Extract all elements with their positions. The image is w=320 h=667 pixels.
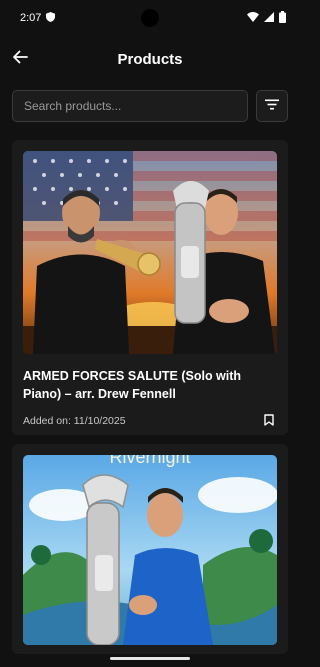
shield-icon	[46, 11, 56, 25]
camera-cutout	[141, 9, 159, 27]
bookmark-button[interactable]	[261, 413, 277, 429]
bookmark-icon	[264, 413, 274, 429]
wifi-icon	[247, 11, 259, 25]
product-card[interactable]: ARMED FORCES SALUTE (Solo with Piano) – …	[12, 140, 288, 435]
product-meta: Added on: 11/10/2025	[23, 413, 277, 429]
gesture-bar[interactable]	[110, 657, 190, 660]
search-input[interactable]	[12, 90, 248, 122]
product-title[interactable]: ARMED FORCES SALUTE (Solo with Piano) – …	[23, 367, 277, 403]
battery-icon	[279, 10, 286, 26]
product-image[interactable]	[23, 151, 277, 354]
added-date: Added on: 11/10/2025	[23, 415, 126, 427]
product-image[interactable]: Rivernight	[23, 455, 277, 645]
filter-icon	[265, 97, 279, 115]
signal-icon	[264, 11, 274, 25]
status-right	[247, 10, 286, 26]
status-left: 2:07	[20, 11, 56, 25]
app-bar: Products	[0, 40, 300, 78]
image-title-text: Rivernight	[109, 455, 190, 467]
back-button[interactable]	[10, 49, 30, 69]
product-card[interactable]: Rivernight	[12, 444, 288, 654]
search-row	[12, 90, 288, 122]
page-title: Products	[117, 50, 183, 68]
status-time: 2:07	[20, 12, 42, 24]
arrow-left-icon	[12, 49, 28, 70]
filter-button[interactable]	[256, 90, 288, 122]
